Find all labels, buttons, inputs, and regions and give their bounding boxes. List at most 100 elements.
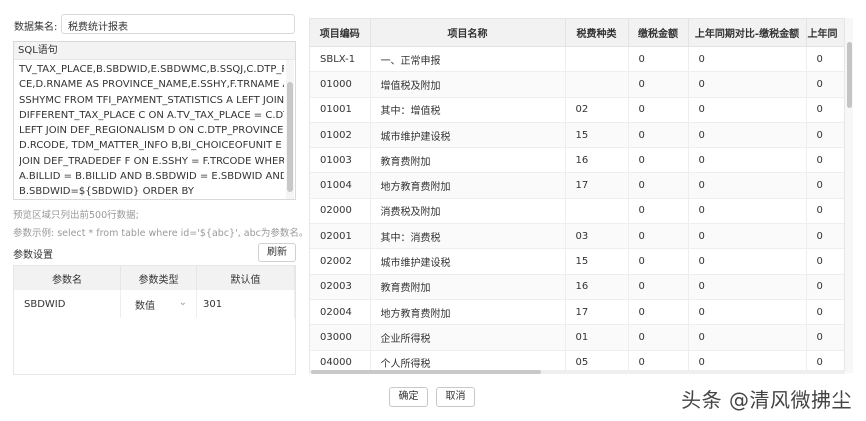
table-cell: 01002 [310,122,371,149]
table-row: 01002 城市维护建设税 15 0 0 0 [310,122,844,149]
table-cell: 0 [628,223,689,250]
column-header[interactable]: 项目编码 [310,19,371,47]
column-header[interactable]: 上年同期对比-缴税金额 [688,19,807,47]
table-row: 01001 其中：增值税 02 0 0 0 [310,97,844,123]
param-default-input[interactable]: 301 [196,290,295,318]
table-cell: 0 [688,46,807,73]
table-cell: 城市维护建设税 [370,122,566,149]
column-header[interactable]: 项目名称 [370,19,566,47]
table-cell: 0 [806,122,844,149]
table-cell: 教育费附加 [370,274,566,300]
refresh-button[interactable]: 刷新 [258,243,296,262]
table-cell: 增值税及附加 [370,71,566,98]
table-cell: 0 [628,172,689,199]
table-cell: 0 [688,97,807,123]
param-table: 参数名 参数类型 默认值 SBDWID 数值 ⌄ 301 [13,265,296,375]
table-cell: 15 [565,122,629,149]
param-example-hint: 参数示例: select * from table where id='${ab… [13,228,309,239]
table-cell: 0 [806,324,844,351]
sql-editor[interactable]: SQL语句 TV_TAX_PLACE,B.SBDWID,E.SBDWMC,B.S… [13,41,296,200]
column-header[interactable]: 缴税金额 [628,19,689,47]
table-cell: 地方教育费附加 [370,299,566,326]
sql-line: SSHYMC FROM TFI_PAYMENT_STATISTICS A LEF… [19,94,284,106]
param-type-value: 数值 [135,300,155,312]
table-cell: 0 [806,274,844,300]
table-cell: 0 [628,147,689,174]
table-vertical-scroll-thumb[interactable] [847,42,852,108]
table-cell: 01003 [310,147,371,174]
table-cell: 0 [628,248,689,275]
sql-line: A.BILLID = B.BILLID AND B.SBDWID = E.SBD… [19,171,284,183]
table-cell: 0 [628,122,689,149]
table-cell: 0 [688,172,807,199]
sql-line: JOIN DEF_TRADEDEF F ON E.SSHY = F.TRCODE… [19,155,284,167]
param-settings-label: 参数设置 [13,250,53,261]
table-cell: 01001 [310,97,371,123]
table-cell: 0 [688,223,807,250]
table-cell: 0 [688,248,807,275]
sql-line: TV_TAX_PLACE,B.SBDWID,E.SBDWMC,B.SSQJ,C.… [19,64,284,75]
table-cell: 0 [806,223,844,250]
table-cell: 17 [565,299,629,326]
param-col-default: 默认值 [196,266,295,290]
table-cell: 03000 [310,324,371,351]
table-cell: 01000 [310,71,371,98]
table-row: 02002 城市维护建设税 15 0 0 0 [310,248,844,275]
table-row: 02004 地方教育费附加 17 0 0 0 [310,299,844,326]
cancel-button[interactable]: 取消 [436,387,475,407]
param-type-select[interactable]: 数值 ⌄ [120,290,197,318]
table-row: 02003 教育费附加 16 0 0 0 [310,274,844,300]
table-cell: 02 [565,97,629,123]
table-cell: 一、正常申报 [370,46,566,73]
dataset-name-input[interactable]: 税费统计报表 [61,14,295,34]
table-cell: 0 [806,172,844,199]
table-cell: 0 [628,97,689,123]
ok-button[interactable]: 确定 [389,387,428,407]
table-row: 01000 增值税及附加 0 0 0 [310,71,844,98]
sql-line: LEFT JOIN DEF_REGIONALISM D ON C.DTP_PRO… [19,125,284,137]
table-cell: 消费税及附加 [370,198,566,225]
table-row: 02000 消费税及附加 0 0 0 [310,198,844,225]
column-header[interactable]: 上年同 [806,19,844,47]
table-cell: 其中：增值税 [370,97,566,123]
sql-line: DIFFERENT_TAX_PLACE C ON A.TV_TAX_PLACE … [19,109,284,121]
table-cell: 0 [628,46,689,73]
table-row: 01004 地方教育费附加 17 0 0 0 [310,172,844,199]
sql-text[interactable]: TV_TAX_PLACE,B.SBDWID,E.SBDWMC,B.SSQJ,C.… [19,62,284,198]
table-cell [565,198,629,225]
table-cell: 0 [688,122,807,149]
table-cell: 0 [688,198,807,225]
table-cell: 02004 [310,299,371,326]
table-cell: 01 [565,324,629,351]
table-cell: 16 [565,274,629,300]
table-cell: 0 [806,46,844,73]
param-name-cell: SBDWID [14,290,121,318]
table-row: SBDWID 数值 ⌄ 301 [14,290,295,318]
table-cell: 0 [806,147,844,174]
table-cell: 0 [688,147,807,174]
table-row: SBLX-1 一、正常申报 0 0 0 [310,46,844,73]
table-cell: 0 [688,299,807,326]
table-row: 01003 教育费附加 16 0 0 0 [310,147,844,174]
sql-editor-header: SQL语句 [14,42,295,60]
table-cell: 0 [806,97,844,123]
column-header[interactable]: 税费种类 [565,19,629,47]
table-cell: 0 [806,198,844,225]
table-horizontal-scroll-thumb[interactable] [311,370,541,374]
table-cell: 0 [806,71,844,98]
watermark: 头条 @清风微拂尘 [681,388,852,412]
table-cell: 0 [628,299,689,326]
table-cell: 0 [688,274,807,300]
table-cell: 02003 [310,274,371,300]
param-col-type: 参数类型 [120,266,197,290]
preview-table: 项目编码 项目名称 税费种类 缴税金额 上年同期对比-缴税金额 上年同 SBLX-1 一、正… [309,18,845,373]
table-cell: 0 [628,324,689,351]
table-cell: 0 [628,198,689,225]
sql-scrollbar-thumb[interactable] [287,82,293,192]
table-row: 03000 企业所得税 01 0 0 0 [310,324,844,351]
chevron-down-icon: ⌄ [178,296,187,308]
table-cell: 0 [688,324,807,351]
table-cell: 15 [565,248,629,275]
table-cell: 其中：消费税 [370,223,566,250]
table-cell: SBLX-1 [310,46,371,73]
